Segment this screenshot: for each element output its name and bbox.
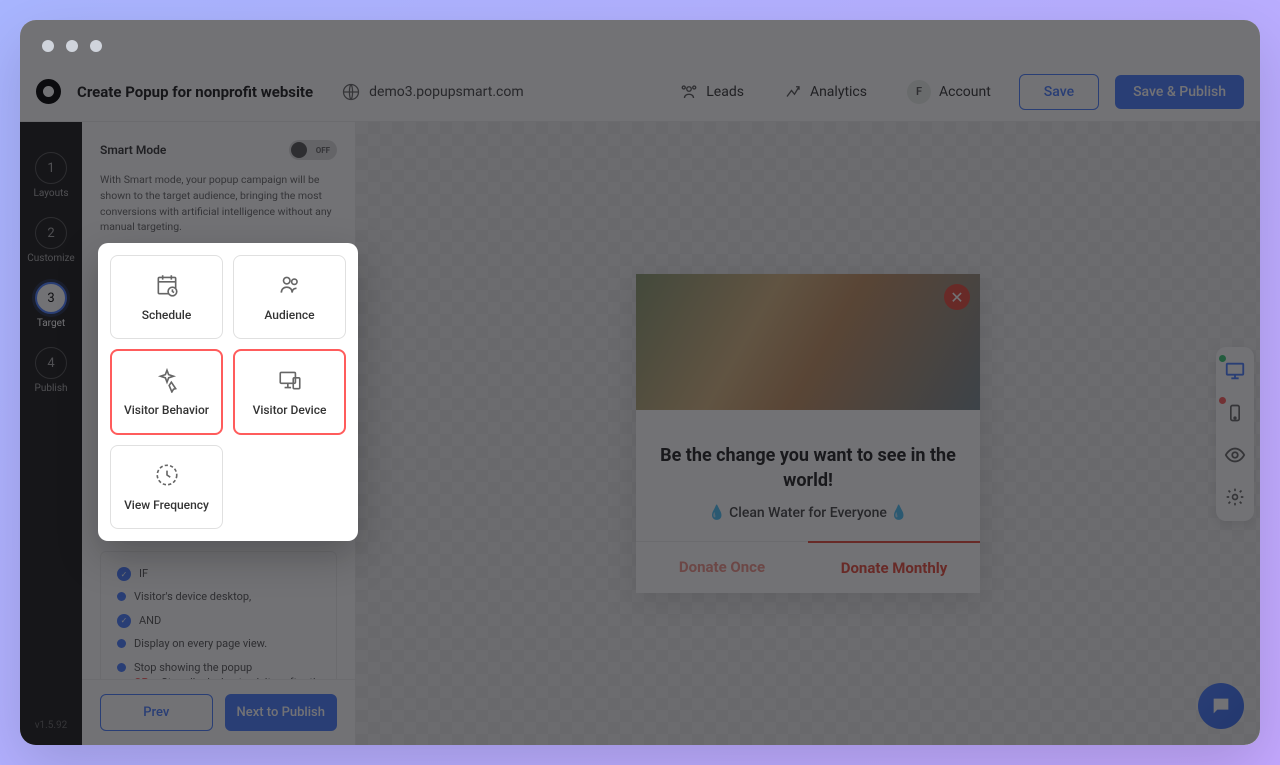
save-button[interactable]: Save [1019, 74, 1099, 110]
smart-mode-description: With Smart mode, your popup campaign wil… [100, 172, 337, 235]
rule-item: Stop showing the popup OR – Stop display… [117, 656, 336, 679]
rule-and: AND [139, 613, 161, 628]
devices-icon [277, 367, 303, 393]
rail-step-layouts[interactable]: 1 Layouts [33, 152, 68, 199]
sparkle-cursor-icon [154, 367, 180, 393]
card-visitor-device[interactable]: Visitor Device [233, 349, 346, 435]
analytics-label: Analytics [810, 84, 867, 100]
calendar-icon [154, 272, 180, 298]
check-icon: ✓ [117, 614, 131, 628]
mac-max-dot[interactable] [90, 40, 102, 52]
mac-min-dot[interactable] [66, 40, 78, 52]
card-audience[interactable]: Audience [233, 255, 346, 339]
mobile-preview-button[interactable] [1221, 399, 1249, 427]
rail-step-customize[interactable]: 2 Customize [27, 217, 74, 264]
audience-icon [277, 272, 303, 298]
device-rail [1216, 347, 1254, 521]
rule-stop: Stop showing the popup OR – Stop display… [134, 660, 330, 679]
settings-preview-button[interactable] [1221, 483, 1249, 511]
status-dot-enabled [1219, 355, 1226, 362]
leads-link[interactable]: Leads [668, 83, 756, 101]
page-title: Create Popup for nonprofit website [77, 83, 313, 101]
rail-label: Customize [27, 253, 74, 264]
app-header: Create Popup for nonprofit website demo3… [20, 62, 1260, 122]
target-options-popout: Schedule Audience Visitor Behavior Visit… [98, 243, 358, 541]
mac-close-dot[interactable] [42, 40, 54, 52]
card-schedule[interactable]: Schedule [110, 255, 223, 339]
visibility-preview-button[interactable] [1221, 441, 1249, 469]
smart-mode-toggle[interactable]: OFF [289, 140, 337, 160]
card-visitor-behavior[interactable]: Visitor Behavior [110, 349, 223, 435]
brand-logo[interactable] [36, 79, 61, 104]
panel-footer: Prev Next to Publish [82, 679, 355, 745]
analytics-link[interactable]: Analytics [772, 83, 879, 101]
rule-display: Display on every page view. [134, 636, 267, 651]
analytics-icon [784, 83, 802, 101]
save-publish-button[interactable]: Save & Publish [1115, 75, 1244, 109]
app-window: Create Popup for nonprofit website demo3… [20, 20, 1260, 745]
donate-monthly-tab[interactable]: Donate Monthly [808, 541, 980, 593]
desktop-preview-button[interactable] [1221, 357, 1249, 385]
popup-body: Be the change you want to see in the wor… [636, 410, 980, 541]
rule-list: ✓ IF Visitor's device desktop, ✓ AND [100, 551, 337, 679]
rule-item: ✓ IF [117, 562, 336, 585]
card-label: Schedule [142, 308, 192, 322]
rail-step-target[interactable]: 3 Target [35, 282, 67, 329]
globe-icon [341, 82, 361, 102]
leads-icon [680, 83, 698, 101]
card-label: Visitor Device [253, 403, 327, 417]
preview-canvas: ✕ Be the change you want to see in the w… [356, 122, 1260, 745]
domain-text: demo3.popupsmart.com [369, 84, 524, 100]
version-label: v1.5.92 [35, 720, 68, 731]
rule-if: IF [139, 566, 148, 581]
account-label: Account [939, 84, 991, 100]
card-label: Audience [264, 308, 314, 322]
toggle-knob [291, 142, 307, 158]
card-label: View Frequency [124, 498, 209, 512]
rule-item: Display on every page view. [117, 632, 336, 655]
status-dot-disabled [1219, 397, 1226, 404]
chat-fab[interactable] [1198, 683, 1244, 729]
popup-headline: Be the change you want to see in the wor… [660, 444, 956, 493]
domain-display[interactable]: demo3.popupsmart.com [341, 82, 524, 102]
popup-subheadline: 💧 Clean Water for Everyone 💧 [660, 505, 956, 521]
bullet-icon [117, 663, 126, 672]
popup-hero-image: ✕ [636, 274, 980, 410]
prev-button[interactable]: Prev [100, 694, 213, 731]
rail-step-publish[interactable]: 4 Publish [35, 347, 68, 394]
mac-traffic-lights [42, 40, 102, 52]
account-link[interactable]: F Account [895, 80, 1003, 104]
close-icon[interactable]: ✕ [944, 284, 970, 310]
popup-tabs: Donate Once Donate Monthly [636, 541, 980, 593]
rail-label: Target [37, 318, 65, 329]
card-view-frequency[interactable]: View Frequency [110, 445, 223, 529]
rule-item: ✓ AND [117, 609, 336, 632]
rail-label: Publish [35, 383, 68, 394]
popup-preview: ✕ Be the change you want to see in the w… [636, 274, 980, 593]
rule-device: Visitor's device desktop, [134, 589, 251, 604]
smart-mode-row: Smart Mode OFF [100, 140, 337, 160]
avatar: F [907, 80, 931, 104]
step-rail: 1 Layouts 2 Customize 3 Target 4 Publish… [20, 122, 82, 745]
rule-item: Visitor's device desktop, [117, 585, 336, 608]
toggle-state-label: OFF [316, 146, 330, 155]
donate-once-tab[interactable]: Donate Once [636, 542, 808, 593]
clock-icon [154, 462, 180, 488]
check-icon: ✓ [117, 567, 131, 581]
smart-mode-label: Smart Mode [100, 143, 166, 157]
bullet-icon [117, 639, 126, 648]
rail-label: Layouts [33, 188, 68, 199]
bullet-icon [117, 592, 126, 601]
leads-label: Leads [706, 84, 744, 100]
next-to-publish-button[interactable]: Next to Publish [225, 694, 338, 731]
card-label: Visitor Behavior [124, 403, 209, 417]
